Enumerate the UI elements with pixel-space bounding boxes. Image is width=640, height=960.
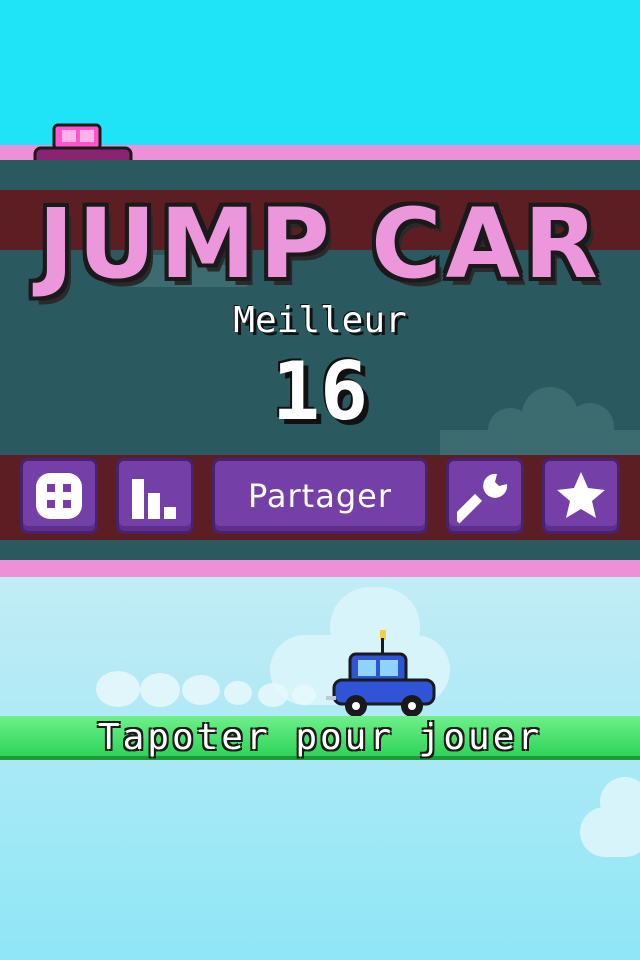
bar-chart-icon [132, 479, 176, 519]
exhaust-puff [182, 675, 220, 705]
star-icon [557, 472, 605, 518]
bottom-pink-line [0, 560, 640, 577]
rate-button[interactable] [542, 458, 620, 534]
menu-button-row: Partager [0, 458, 640, 538]
best-score-label: Meilleur [233, 300, 407, 341]
exhaust-puff [96, 671, 140, 707]
leaderboard-button[interactable] [116, 458, 194, 534]
best-score-value: 16 [271, 345, 369, 438]
game-title: JUMP CAR [38, 188, 602, 300]
exhaust-puff [292, 685, 316, 705]
dots-grid-icon [36, 473, 82, 519]
share-button-label: Partager [248, 477, 392, 515]
tap-to-play-label: Tapoter pour jouer [97, 717, 543, 758]
player-car [326, 630, 436, 717]
settings-button[interactable] [446, 458, 524, 534]
exhaust-puff [224, 681, 252, 705]
sky-bottom [0, 577, 640, 960]
wrench-icon [457, 473, 508, 524]
menu-button[interactable] [20, 458, 98, 534]
exhaust-puff [140, 673, 180, 707]
share-button[interactable]: Partager [212, 458, 428, 534]
exhaust-puff [258, 683, 288, 707]
